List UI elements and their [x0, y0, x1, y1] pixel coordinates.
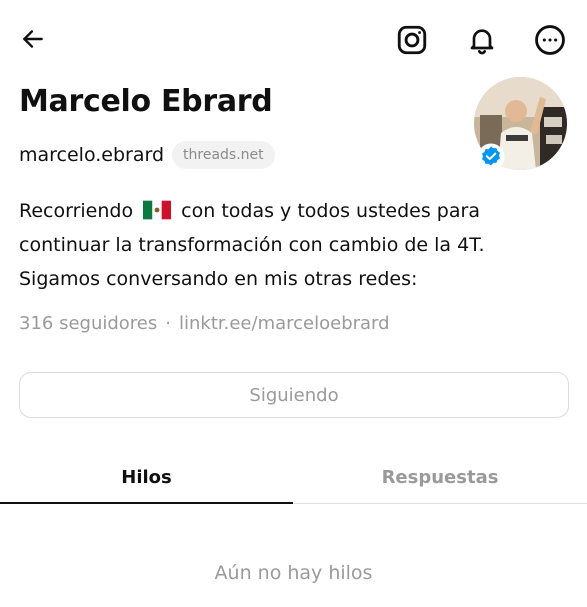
tab-hilos[interactable]: Hilos	[0, 450, 293, 504]
following-button[interactable]: Siguiendo	[19, 372, 569, 418]
instagram-icon	[397, 25, 427, 55]
meta-separator: ·	[165, 313, 171, 334]
followers-count[interactable]: 316 seguidores	[19, 313, 157, 334]
bio-text: Recorriendo	[19, 200, 140, 222]
bio-line-1: Recorriendo con todas y todos ustedes pa…	[19, 194, 579, 228]
mexico-flag-icon	[143, 200, 172, 220]
active-tab-indicator	[0, 502, 293, 504]
top-bar	[0, 0, 587, 80]
profile-link[interactable]: linktr.ee/marceloebrard	[179, 313, 390, 334]
domain-badge[interactable]: threads.net	[172, 141, 275, 169]
profile-bio: Recorriendo con todas y todos ustedes pa…	[19, 194, 579, 296]
profile-meta: 316 seguidores · linktr.ee/marceloebrard	[19, 313, 390, 334]
notifications-button[interactable]	[462, 20, 502, 60]
back-button[interactable]	[20, 22, 60, 56]
tab-respuestas[interactable]: Respuestas	[293, 450, 587, 504]
instagram-button[interactable]	[392, 20, 432, 60]
bio-text: con todas y todos ustedes para	[175, 200, 480, 222]
bell-icon	[470, 29, 494, 55]
handle-row: marcelo.ebrard threads.net	[19, 137, 275, 173]
empty-state-message: Aún no hay hilos	[214, 562, 373, 584]
profile-handle: marcelo.ebrard	[19, 144, 165, 166]
verified-badge-icon	[477, 143, 505, 171]
arrow-left-icon	[23, 30, 43, 48]
profile-name: Marcelo Ebrard	[19, 84, 273, 119]
bio-line-2: continuar la transformación con cambio d…	[19, 234, 485, 256]
profile-tabs: Hilos Respuestas	[0, 450, 587, 506]
more-options-icon	[535, 25, 565, 55]
bio-line-3: Sigamos conversando en mis otras redes:	[19, 268, 418, 290]
more-options-button[interactable]	[530, 20, 570, 60]
